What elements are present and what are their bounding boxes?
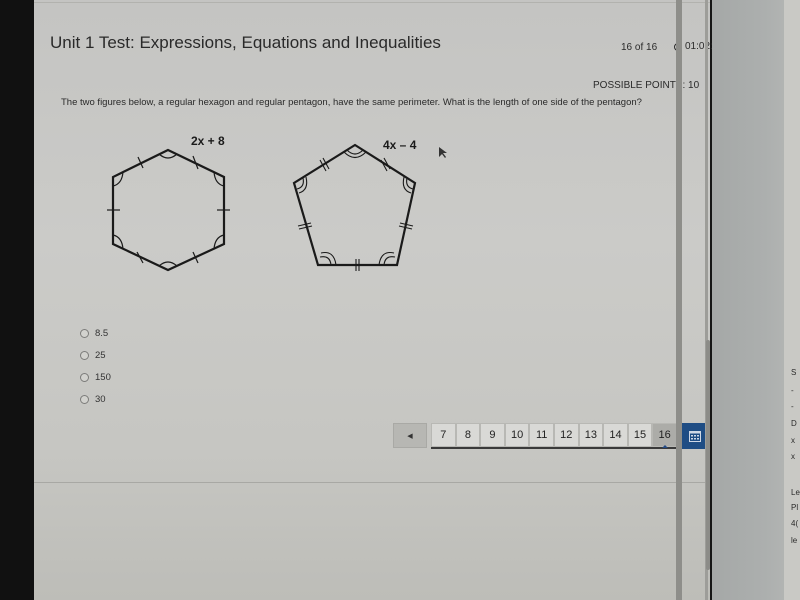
radio-button[interactable] — [80, 372, 89, 382]
scrollbar-thumb[interactable] — [706, 340, 710, 570]
radio-button[interactable] — [80, 394, 89, 404]
page-button-current[interactable]: 16 — [652, 423, 677, 448]
previous-button[interactable]: ◀ — [393, 423, 427, 448]
hexagon-side-label: 2x + 8 — [191, 134, 225, 148]
background-text: - — [791, 386, 794, 395]
pentagon-figure — [292, 143, 417, 271]
choice-option[interactable]: 8.5 — [80, 322, 111, 344]
page-button[interactable]: 13 — [578, 423, 604, 447]
pentagon-side-label: 4x – 4 — [383, 138, 417, 152]
page-button[interactable]: 14 — [603, 423, 628, 447]
window-edge — [676, 0, 682, 600]
pentagon — [292, 143, 417, 267]
choice-option[interactable]: 25 — [80, 344, 111, 366]
background-text: - — [791, 402, 794, 411]
radio-button[interactable] — [80, 328, 89, 338]
radio-button[interactable] — [80, 350, 89, 360]
background-text: x — [791, 436, 795, 445]
background-text: 4( — [791, 519, 799, 528]
figures: 2x + 8 4x – 4 — [107, 134, 447, 272]
choice-label: 150 — [95, 371, 111, 383]
hexagon-angle-arcs — [112, 153, 225, 267]
section-divider — [34, 482, 710, 483]
hexagon-figure — [107, 148, 230, 272]
choice-option[interactable]: 30 — [80, 388, 111, 410]
page-button[interactable]: 7 — [431, 423, 456, 447]
choice-option[interactable]: 150 — [80, 366, 111, 388]
choice-label: 30 — [95, 393, 106, 405]
background-text: x — [791, 452, 795, 461]
page-button[interactable]: 10 — [504, 423, 530, 447]
test-page: Unit 1 Test: Expressions, Equations and … — [34, 0, 724, 600]
page-button[interactable]: 12 — [553, 423, 579, 447]
mouse-cursor-icon — [439, 147, 447, 158]
pentagon-angle-arcs — [296, 149, 414, 266]
page-button[interactable]: 15 — [627, 423, 653, 447]
page-button[interactable]: 8 — [455, 423, 481, 447]
choice-label: 25 — [95, 349, 106, 361]
monitor-bezel — [0, 0, 34, 600]
background-text: D — [791, 419, 797, 428]
background-text: S — [791, 368, 797, 377]
triangle-left-icon: ◀ — [407, 432, 413, 440]
question-pagination: ◀ 7 8 9 10 11 12 13 14 15 16 — [393, 423, 708, 449]
choice-label: 8.5 — [95, 327, 109, 339]
background-text: Le — [791, 488, 800, 497]
hexagon — [111, 148, 226, 272]
answer-choices: 8.5 25 150 30 — [80, 322, 111, 410]
calendar-icon — [688, 431, 701, 442]
page-button[interactable]: 9 — [480, 423, 505, 447]
page-list: 7 8 9 10 11 12 13 14 15 16 — [431, 423, 677, 449]
background-text: le — [791, 536, 798, 545]
background-text: Pl — [791, 503, 799, 512]
page-button[interactable]: 11 — [529, 423, 554, 447]
